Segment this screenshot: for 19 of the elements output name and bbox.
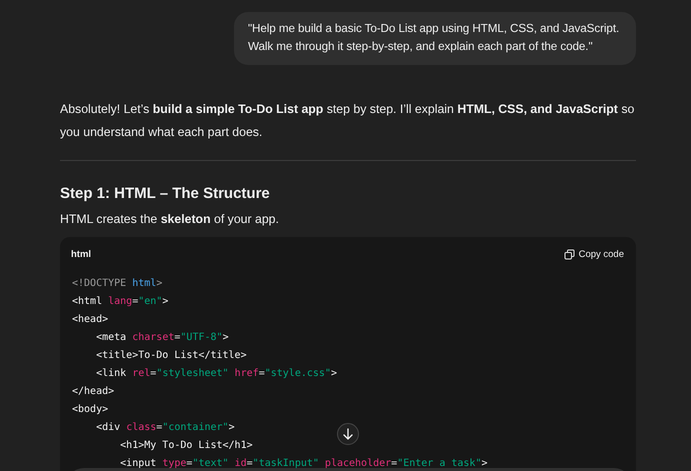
code-line: <body>	[72, 403, 108, 417]
code-line: </head>	[72, 385, 114, 399]
step-description: HTML creates the skeleton of your app.	[60, 211, 280, 228]
code-line: <head>	[72, 313, 108, 327]
copy-code-button[interactable]: Copy code	[564, 248, 624, 260]
code-line: <!DOCTYPE html>	[72, 277, 162, 291]
code-language: html	[71, 248, 92, 260]
code-line: <h1>My To-Do List</h1>	[119, 439, 253, 453]
arrow-down-icon	[342, 428, 354, 440]
user-message: "Help me build a basic To-Do List app using HTML, CSS, and JavaScript. Walk me through it step-by-step, and explain each part of the code."	[234, 12, 636, 65]
code-line: <meta charset="UTF-8">	[95, 331, 229, 345]
code-line: <link rel="stylesheet" href="style.css">	[95, 367, 337, 381]
code-line: <input type="text" id="taskInput" placeholder="Enter a task">	[119, 457, 488, 471]
copy-icon	[564, 248, 575, 260]
intro-paragraph: Absolutely! Let’s build a simple To-Do List app step by step. I’ll explain HTML, CSS, and JavaScript so you understand what each part does.	[60, 101, 636, 141]
code-line: <div class="container">	[95, 421, 235, 435]
code-line: <title>To-Do List</title>	[95, 349, 247, 363]
code-line: <html lang="en">	[72, 295, 168, 309]
step-heading: Step 1: HTML – The Structure	[60, 185, 271, 202]
